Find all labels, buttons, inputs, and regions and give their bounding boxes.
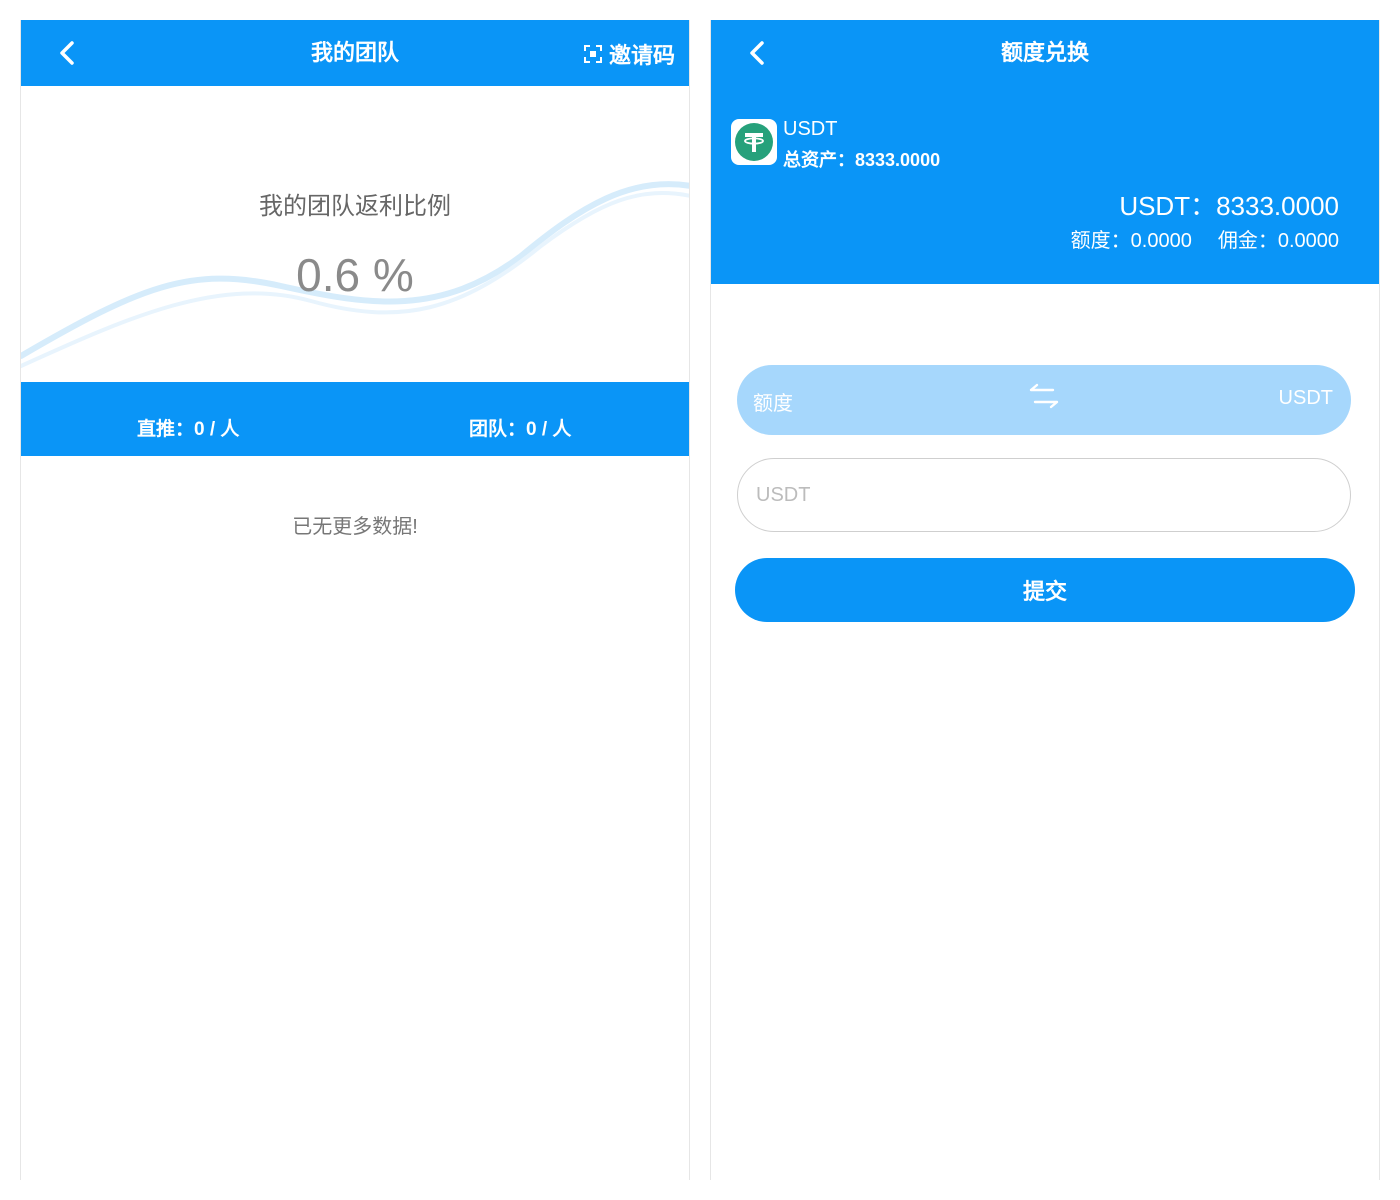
rebate-label: 我的团队返利比例 xyxy=(259,193,451,220)
swap-to-label: USDT xyxy=(1278,387,1333,409)
exchange-screen: 额度兑换 USDT 总资产：8333.0000 USDT：8333.0000 额… xyxy=(710,20,1380,1180)
invite-code-label: 邀请码 xyxy=(608,43,675,68)
rebate-header: 我的团队返利比例 0.6 % xyxy=(21,86,689,382)
sub-balances: 额度：0.0000 佣金：0.0000 xyxy=(1071,224,1339,253)
team-topbar: 我的团队 邀请码 xyxy=(21,20,689,86)
coin-name: USDT xyxy=(783,118,838,140)
submit-button[interactable]: 提交 xyxy=(735,558,1355,622)
coin-total-assets: 总资产：8333.0000 xyxy=(783,150,941,170)
scan-icon xyxy=(583,45,602,63)
amount-input[interactable] xyxy=(737,458,1351,532)
back-button[interactable] xyxy=(741,36,775,70)
empty-message: 已无更多数据! xyxy=(292,516,418,538)
quota-balance: 额度：0.0000 xyxy=(1070,230,1192,252)
back-button[interactable] xyxy=(51,36,85,70)
usdt-logo-icon xyxy=(731,119,777,165)
wave-decoration xyxy=(21,181,689,368)
direct-count: 直推：0 / 人 xyxy=(137,419,240,440)
team-count: 团队：0 / 人 xyxy=(469,419,572,440)
asset-card: USDT 总资产：8333.0000 USDT：8333.0000 额度：0.0… xyxy=(711,86,1379,284)
back-arrow-icon xyxy=(60,41,74,65)
exchange-topbar: 额度兑换 xyxy=(711,20,1379,86)
back-arrow-icon xyxy=(750,41,764,65)
swap-arrows-icon[interactable] xyxy=(1025,381,1063,411)
team-stats-bar: 直推：0 / 人 团队：0 / 人 xyxy=(21,382,689,456)
team-screen: 我的团队 邀请码 我的团队返利比例 0.6 % 直推：0 / 人 团队：0 / … xyxy=(20,20,690,1180)
swap-from-label: 额度 xyxy=(753,393,793,415)
page-title: 额度兑换 xyxy=(1000,40,1089,65)
usdt-balance: USDT：8333.0000 xyxy=(1119,191,1339,221)
invite-code-button[interactable]: 邀请码 xyxy=(583,38,675,70)
commission-balance: 佣金：0.0000 xyxy=(1217,230,1339,252)
swap-direction-bar[interactable]: 额度 USDT xyxy=(737,365,1351,435)
rebate-value: 0.6 % xyxy=(296,249,414,301)
